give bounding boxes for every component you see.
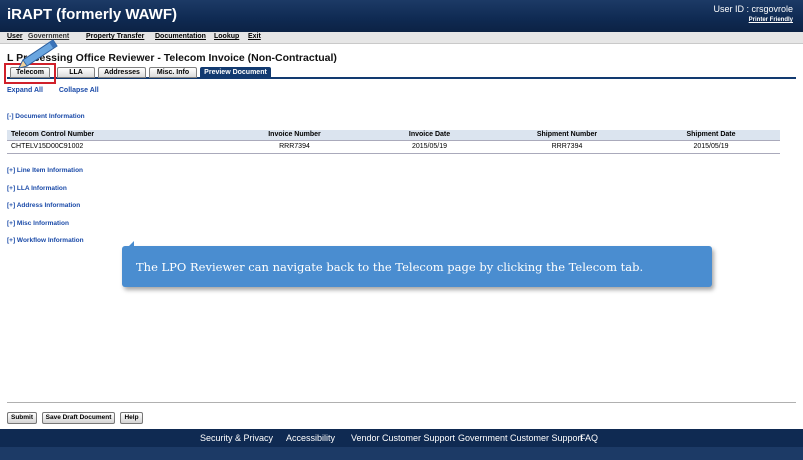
footer-link-accessibility[interactable]: Accessibility [286,433,335,443]
misc-information-toggle[interactable]: [+] Misc Information [7,220,69,227]
table-row: CHTELV15D00C91002 RRR7394 2015/05/19 RRR… [7,140,780,154]
save-draft-document-button[interactable]: Save Draft Document [42,412,115,424]
cell-telecom-control-number: CHTELV15D00C91002 [7,140,222,154]
cell-invoice-date: 2015/05/19 [367,140,492,154]
menu-property-transfer-label: Property Transfer [86,33,145,40]
col-shipment-date: Shipment Date [642,130,780,141]
col-shipment-number: Shipment Number [492,130,642,141]
collapse-all-link[interactable]: Collapse All [59,87,99,94]
tutorial-callout: The LPO Reviewer can navigate back to th… [122,246,712,287]
callout-text: The LPO Reviewer can navigate back to th… [136,260,644,274]
col-invoice-date: Invoice Date [367,130,492,141]
menu-property-transfer[interactable]: Property Transfer [86,33,144,40]
divider [7,402,796,403]
menu-exit[interactable]: Exit [248,33,261,40]
tab-preview-document[interactable]: Preview Document [200,67,271,78]
tab-lla[interactable]: LLA [57,67,95,78]
app-title: iRAPT (formerly WAWF) [7,6,178,23]
cell-shipment-number: RRR7394 [492,140,642,154]
tab-addresses[interactable]: Addresses [98,67,146,78]
menu-documentation[interactable]: Documentation [155,33,206,40]
menu-documentation-label: Documentation [155,33,206,40]
tab-misc-info[interactable]: Misc. Info [149,67,197,78]
lla-information-toggle[interactable]: [+] LLA Information [7,185,67,192]
line-item-information-toggle[interactable]: [+] Line Item Information [7,167,83,174]
menu-lookup-label: Lookup [214,33,240,40]
cell-shipment-date: 2015/05/19 [642,140,780,154]
menu-lookup[interactable]: Lookup [214,33,239,40]
menu-exit-label: Exit [248,33,261,40]
help-button[interactable]: Help [120,412,143,424]
footer: Security & Privacy Accessibility Vendor … [0,429,803,447]
document-info-table: Telecom Control Number Invoice Number In… [7,130,780,154]
footer-link-government-customer-support[interactable]: Government Customer Support [458,433,583,443]
col-telecom-control-number: Telecom Control Number [7,130,222,141]
cell-invoice-number: RRR7394 [222,140,367,154]
table-header-row: Telecom Control Number Invoice Number In… [7,130,780,141]
footer-link-vendor-customer-support[interactable]: Vendor Customer Support [351,433,455,443]
tab-bar: Telecom LLA Addresses Misc. Info Preview… [7,67,796,79]
expand-controls: Expand All Collapse All [7,87,113,94]
top-header: iRAPT (formerly WAWF) User ID : crsgovro… [0,0,803,32]
pencil-icon [18,39,58,69]
printer-friendly-link[interactable]: Printer Friendly [749,17,793,23]
footer-strip [0,447,803,460]
footer-link-security-privacy[interactable]: Security & Privacy [200,433,273,443]
menu-bar: User Government Property Transfer Docume… [0,32,803,44]
document-information-toggle[interactable]: [-] Document Information [7,113,85,120]
col-invoice-number: Invoice Number [222,130,367,141]
workflow-information-toggle[interactable]: [+] Workflow Information [7,237,84,244]
user-id: User ID : crsgovrole [713,4,793,14]
address-information-toggle[interactable]: [+] Address Information [7,202,80,209]
expand-all-link[interactable]: Expand All [7,87,43,94]
footer-link-faq[interactable]: FAQ [580,433,598,443]
submit-button[interactable]: Submit [7,412,37,424]
